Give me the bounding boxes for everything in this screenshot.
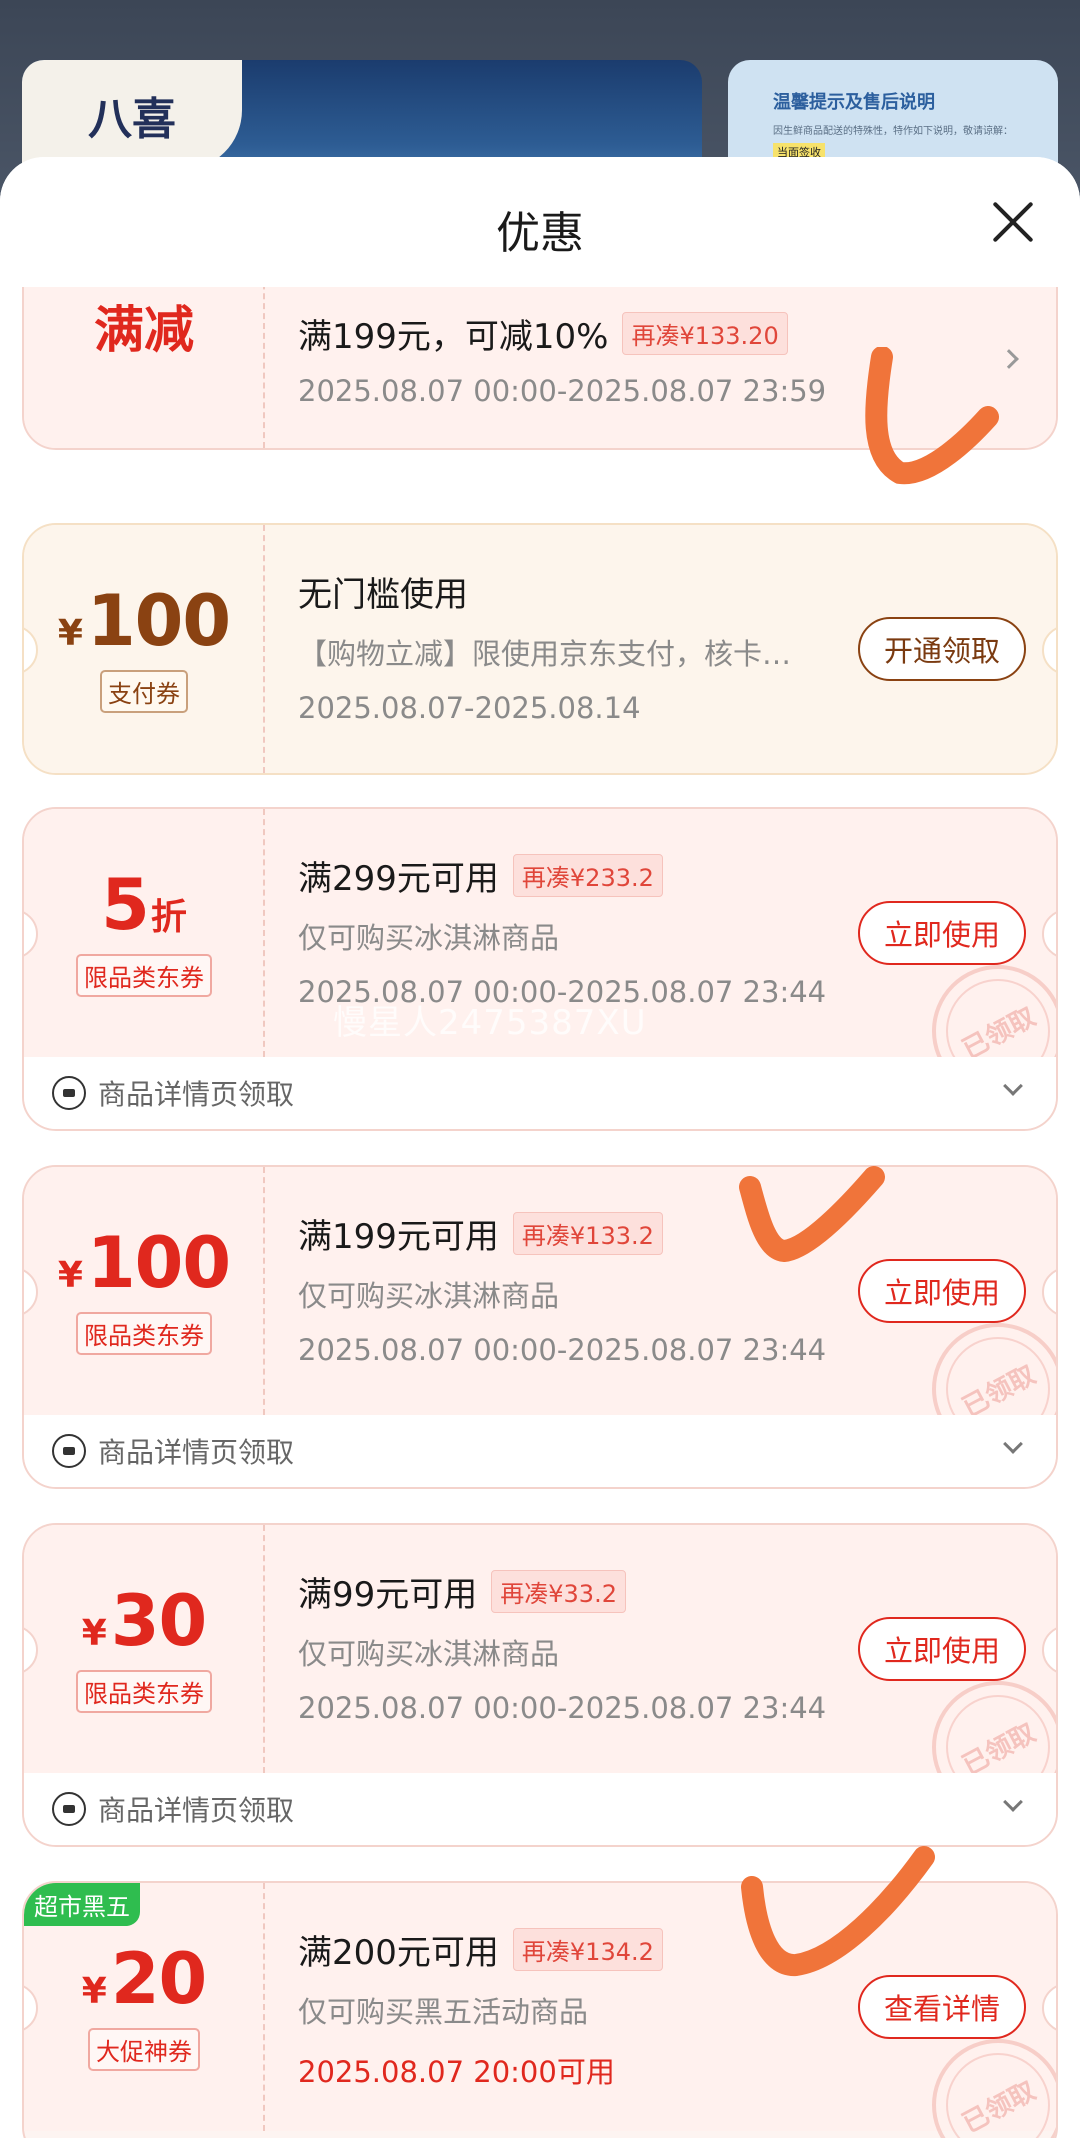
coupon-sheet: 满减 满199元，可减10% 再凑¥133.20 2025.08.07 00:0…	[0, 157, 1080, 2138]
coupon-desc: 仅可购买冰淇淋商品	[298, 1279, 560, 1313]
coupon-amount: ¥ 100	[57, 1221, 231, 1304]
claim-source-row[interactable]: 商品详情页领取	[24, 1773, 1056, 1845]
check-mark-icon	[741, 1846, 935, 1976]
coupon-date: 2025.08.07 00:00-2025.08.07 23:59	[298, 374, 827, 408]
ticket-icon	[52, 1792, 86, 1826]
coupon-info: 满99元可用 再凑¥33.2 仅可购买冰淇淋商品 2025.08.07 00:0…	[298, 1525, 858, 1773]
page-title: 优惠	[496, 208, 584, 259]
yen-symbol: ¥	[57, 1254, 83, 1296]
coupon-card-30: ¥ 30 限品类东券 满99元可用 再凑¥33.2 仅可购买冰淇淋商品 2025…	[22, 1523, 1058, 1847]
divider	[263, 809, 265, 1057]
claim-source-row[interactable]: 商品详情页领取	[24, 1415, 1056, 1487]
claimed-stamp-text: 已领取	[957, 1717, 1041, 1781]
remaining-pill: 再凑¥133.20	[622, 312, 788, 355]
notice-title: 温馨提示及售后说明	[773, 92, 935, 113]
claim-source-text: 商品详情页领取	[98, 1794, 295, 1827]
notch	[1042, 1983, 1056, 2033]
divider	[263, 1883, 265, 2131]
coupon-desc: 【购物立减】限使用京东支付，核卡…	[298, 637, 792, 671]
coupon-condition: 满200元可用	[298, 1933, 499, 1973]
discount-label: 满减	[94, 301, 194, 359]
coupon-date: 2025.08.07 00:00-2025.08.07 23:44	[298, 1691, 827, 1725]
close-icon[interactable]	[990, 199, 1036, 245]
coupon-condition: 满199元可用	[298, 1217, 499, 1257]
coupon-left: 5 折 限品类东券	[24, 809, 264, 1057]
coupon-desc: 仅可购买冰淇淋商品	[298, 921, 560, 955]
yen-symbol: ¥	[81, 1970, 107, 2012]
coupon-condition: 满299元可用	[298, 859, 499, 899]
remaining-pill: 再凑¥134.2	[512, 1928, 663, 1971]
ticket-icon	[52, 1434, 86, 1468]
coupon-date: 2025.08.07-2025.08.14	[298, 691, 641, 725]
sheet-header: 优惠	[0, 157, 1080, 287]
amount-value: 100	[86, 579, 231, 662]
coupon-condition: 满99元可用	[298, 1575, 478, 1615]
yen-symbol: ¥	[57, 612, 83, 654]
claimed-stamp-text: 已领取	[957, 2075, 1041, 2138]
claimed-stamp-text: 已领取	[957, 1359, 1041, 1423]
coupon-desc: 仅可购买黑五活动商品	[298, 1995, 589, 2029]
coupon-type-tag: 限品类东券	[76, 1311, 212, 1355]
amount-value: 100	[86, 1221, 231, 1304]
use-now-button[interactable]: 立即使用	[858, 1617, 1026, 1681]
check-mark-icon	[865, 347, 999, 485]
watermark: 慢星人2475387XU	[333, 1003, 647, 1043]
coupon-condition: 无门槛使用	[298, 575, 468, 615]
coupon-amount: 5 折	[101, 870, 187, 940]
chevron-down-icon[interactable]	[1003, 1792, 1023, 1812]
notice-body: 因生鲜商品配送的特殊性，特作如下说明，敬请谅解：	[773, 126, 1013, 137]
promo-badge: 超市黑五	[24, 1883, 140, 1926]
check-mark-icon	[739, 1166, 885, 1263]
coupon-left: ¥ 30 限品类东券	[24, 1525, 264, 1773]
coupon-amount: ¥ 100	[57, 579, 231, 662]
amount-value: 30	[110, 1579, 207, 1662]
coupon-amount: ¥ 30	[81, 1579, 207, 1662]
divider	[263, 1167, 265, 1415]
coupon-type-tag: 支付券	[100, 669, 188, 713]
divider	[263, 525, 265, 773]
coupon-type-tag: 限品类东券	[76, 953, 212, 997]
ticket-icon	[52, 1076, 86, 1110]
brand-logo-text: 八喜	[88, 94, 176, 145]
coupon-card-pay: ¥ 100 支付券 无门槛使用 【购物立减】限使用京东支付，核卡… 2025.0…	[22, 523, 1058, 775]
coupon-condition: 满199元，可减10%	[298, 317, 609, 357]
notch	[1042, 1625, 1056, 1675]
coupon-desc: 仅可购买冰淇淋商品	[298, 1637, 560, 1671]
divider	[263, 1525, 265, 1773]
brand-logo: 八喜	[22, 60, 242, 170]
use-now-button[interactable]: 立即使用	[858, 901, 1026, 965]
chevron-down-icon[interactable]	[1003, 1076, 1023, 1096]
remaining-pill: 再凑¥33.2	[491, 1570, 626, 1613]
notch	[1042, 909, 1056, 959]
coupon-date: 2025.08.07 00:00-2025.08.07 23:44	[298, 1333, 827, 1367]
claim-source-text: 商品详情页领取	[98, 1436, 295, 1469]
chevron-down-icon[interactable]	[1003, 1434, 1023, 1454]
amount-unit: 折	[150, 896, 187, 938]
use-now-button[interactable]: 立即使用	[858, 1259, 1026, 1323]
coupon-start-time: 2025.08.07 20:00可用	[298, 2055, 615, 2089]
coupon-card-5-off: 5 折 限品类东券 满299元可用 再凑¥233.2 仅可购买冰淇淋商品 202…	[22, 807, 1058, 1131]
remaining-pill: 再凑¥133.2	[512, 1212, 663, 1255]
claimed-stamp-text: 已领取	[957, 1001, 1041, 1065]
notch	[1042, 1267, 1056, 1317]
coupon-info: 无门槛使用 【购物立减】限使用京东支付，核卡… 2025.08.07-2025.…	[298, 525, 858, 773]
amount-value: 5	[101, 863, 150, 946]
coupon-left: ¥ 100 限品类东券	[24, 1167, 264, 1415]
remaining-pill: 再凑¥233.2	[512, 854, 663, 897]
claim-source-text: 商品详情页领取	[98, 1078, 295, 1111]
coupon-card-100: ¥ 100 限品类东券 满199元可用 再凑¥133.2 仅可购买冰淇淋商品 2…	[22, 1165, 1058, 1489]
coupon-type-tag: 限品类东券	[76, 1669, 212, 1713]
yen-symbol: ¥	[81, 1612, 107, 1654]
amount-value: 20	[110, 1937, 207, 2020]
coupon-type-tag: 大促神券	[88, 2027, 200, 2071]
claimed-stamp: 已领取	[932, 2039, 1056, 2138]
activate-claim-button[interactable]: 开通领取	[858, 617, 1026, 681]
claim-source-row[interactable]: 商品详情页领取	[24, 1057, 1056, 1129]
coupon-amount: ¥ 20	[81, 1937, 207, 2020]
chevron-right-icon[interactable]	[999, 349, 1019, 369]
notch	[1042, 625, 1056, 675]
coupon-left: ¥ 100 支付券	[24, 525, 264, 773]
